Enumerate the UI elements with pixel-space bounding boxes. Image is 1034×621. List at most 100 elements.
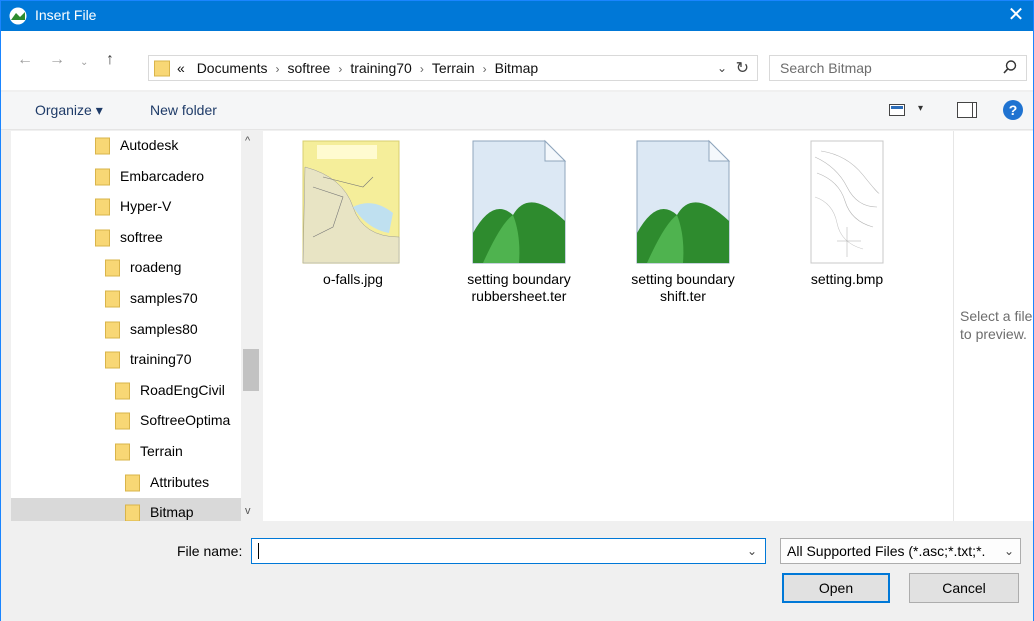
window-title: Insert File	[35, 7, 97, 23]
folder-icon	[125, 474, 140, 492]
back-arrow-icon[interactable]: ←	[17, 51, 33, 69]
tree-item-terrain[interactable]: Terrain	[11, 437, 241, 467]
file-type-select[interactable]: All Supported Files (*.asc;*.txt;*. ⌄	[780, 538, 1021, 564]
scrollbar-thumb[interactable]	[243, 349, 259, 391]
breadcrumb-separator[interactable]: ›	[338, 62, 342, 76]
breadcrumb-documents[interactable]: Documents	[197, 60, 268, 76]
breadcrumb-separator[interactable]: ›	[276, 62, 280, 76]
tree-item-hyper-v[interactable]: Hyper-V	[11, 192, 241, 222]
search-icon[interactable]	[1002, 59, 1018, 75]
folder-icon	[105, 351, 120, 369]
tree-item-softree[interactable]: softree	[11, 223, 241, 253]
refresh-icon[interactable]: ↻	[736, 58, 749, 78]
folder-icon	[115, 412, 130, 430]
tree-item-label: Bitmap	[150, 504, 194, 521]
search-box[interactable]: Search Bitmap	[769, 55, 1027, 81]
folder-icon	[95, 198, 110, 216]
new-folder-button[interactable]: New folder	[150, 102, 217, 118]
folder-icon	[95, 137, 110, 155]
tree-item-autodesk[interactable]: Autodesk	[11, 131, 241, 161]
preview-pane: Select a file to preview.	[953, 131, 1033, 521]
text-caret	[258, 543, 259, 559]
tree-item-label: SoftreeOptima	[140, 412, 231, 429]
contour-thumbnail-icon	[810, 140, 884, 264]
forward-arrow-icon[interactable]: →	[49, 51, 65, 69]
up-arrow-icon[interactable]: ↑	[106, 51, 114, 69]
tree-item-label: RoadEngCivil	[140, 381, 225, 398]
view-options-dropdown-icon[interactable]: ▾	[918, 103, 923, 114]
tree-item-label: samples70	[130, 290, 198, 306]
file-type-value[interactable]: All Supported Files (*.asc;*.txt;*.	[787, 543, 995, 559]
file-name[interactable]: o-falls.jpg	[283, 271, 423, 288]
scroll-up-icon[interactable]: ^	[245, 135, 250, 147]
tree-item-label: Attributes	[150, 473, 210, 490]
tree-item-training70[interactable]: training70	[11, 345, 241, 375]
breadcrumb-training70[interactable]: training70	[350, 60, 412, 76]
organize-button[interactable]: Organize ▾	[35, 102, 103, 119]
cancel-button[interactable]: Cancel	[909, 573, 1019, 603]
tree-item-attributes[interactable]: Attributes	[11, 468, 241, 498]
recent-locations-chevron-icon[interactable]: ⌄	[80, 57, 88, 68]
scroll-down-icon[interactable]: v	[245, 505, 251, 517]
folder-icon	[95, 229, 110, 247]
breadcrumb: « Documents › softree › training70 › Terrain › B…	[177, 60, 538, 76]
folder-icon	[105, 290, 120, 308]
tree-item-label: Terrain	[140, 443, 183, 459]
navigation-bar: ← → ⌄ ↑ « Documents › softree › training70 › T…	[1, 31, 1033, 91]
breadcrumb-separator[interactable]: ›	[483, 62, 487, 76]
folder-icon	[115, 443, 130, 461]
address-bar[interactable]: « Documents › softree › training70 › Terrain › B…	[148, 55, 758, 81]
terrain-file-icon	[472, 139, 567, 264]
folder-icon	[105, 259, 120, 277]
tree-item-roadeng[interactable]: roadeng	[11, 253, 241, 283]
search-placeholder[interactable]: Search Bitmap	[780, 60, 872, 76]
tree-item-label: roadeng	[130, 259, 182, 276]
tree-item-label: samples80	[130, 320, 198, 337]
change-view-icon[interactable]	[889, 104, 905, 116]
tree-item-label: Hyper-V	[120, 198, 172, 215]
folder-icon	[115, 382, 130, 400]
tree-item-roadengcivil[interactable]: RoadEngCivil	[11, 376, 241, 406]
dialog-footer: File name: ⌄ All Supported Files (*.asc;…	[1, 521, 1033, 621]
insert-file-dialog: Insert File ✕ ← → ⌄ ↑ « Documents › softre…	[0, 0, 1034, 621]
tree-item-label: Autodesk	[120, 137, 179, 153]
tree-item-samples80[interactable]: samples80	[11, 315, 241, 345]
title-bar: Insert File ✕	[1, 1, 1033, 31]
navigation-pane[interactable]: Autodesk Embarcadero Hyper-V softree roadeng…	[11, 131, 261, 521]
file-name-field[interactable]: ⌄	[251, 538, 766, 564]
breadcrumb-separator[interactable]: ›	[420, 62, 424, 76]
tree-item-label: training70	[130, 351, 192, 368]
breadcrumb-softree[interactable]: softree	[288, 60, 331, 76]
breadcrumb-overflow[interactable]: «	[177, 60, 185, 76]
tree-item-embarcadero[interactable]: Embarcadero	[11, 162, 241, 192]
folder-icon	[125, 504, 140, 521]
tree-item-label: softree	[120, 228, 163, 245]
open-button[interactable]: Open	[782, 573, 890, 603]
app-icon	[9, 7, 27, 25]
address-dropdown-icon[interactable]: ⌄	[717, 61, 727, 75]
tree-item-label: Embarcadero	[120, 167, 205, 184]
map-thumbnail-icon	[302, 140, 400, 264]
file-name-label: File name:	[177, 543, 243, 559]
file-name[interactable]: setting boundary rubbersheet.ter	[449, 271, 589, 305]
tree-item-bitmap[interactable]: Bitmap	[11, 498, 241, 521]
folder-icon	[95, 168, 110, 186]
preview-message-line2: to preview.	[960, 326, 1027, 342]
tree-item-softreeoptima[interactable]: SoftreeOptima	[11, 406, 241, 436]
terrain-file-icon	[636, 139, 731, 264]
tree-item-samples70[interactable]: samples70	[11, 284, 241, 314]
file-type-dropdown-icon[interactable]: ⌄	[1004, 544, 1014, 558]
folder-icon	[105, 321, 120, 339]
command-bar: Organize ▾ New folder ▾ ?	[1, 92, 1033, 130]
close-icon[interactable]: ✕	[999, 1, 1033, 31]
file-name-dropdown-icon[interactable]: ⌄	[747, 544, 757, 558]
breadcrumb-bitmap[interactable]: Bitmap	[495, 60, 539, 76]
help-icon[interactable]: ?	[1003, 100, 1023, 120]
file-name[interactable]: setting boundary shift.ter	[613, 271, 753, 305]
preview-pane-toggle-icon[interactable]	[957, 102, 977, 118]
file-list[interactable]: o-falls.jpg setting boundary rubbersheet…	[263, 131, 953, 521]
breadcrumb-terrain[interactable]: Terrain	[432, 60, 475, 76]
file-name[interactable]: setting.bmp	[777, 271, 917, 288]
preview-message-line1: Select a file	[960, 308, 1033, 324]
navigation-pane-scrollbar[interactable]: ^ v	[241, 131, 261, 521]
